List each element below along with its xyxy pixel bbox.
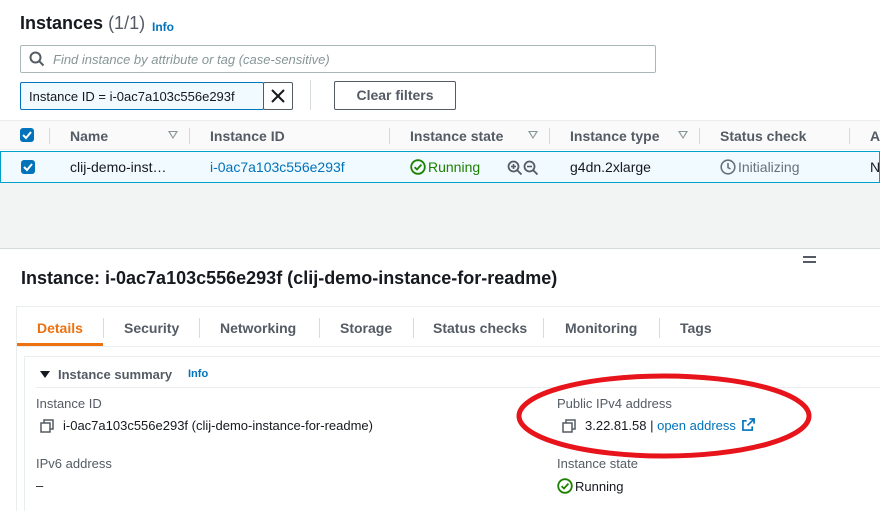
clear-filters-button[interactable]: Clear filters xyxy=(334,81,456,110)
check-circle-icon xyxy=(410,159,426,175)
summary-info-link[interactable]: Info xyxy=(188,368,208,380)
instance-state-value-row: Running xyxy=(557,478,623,494)
row-name: clij-demo-inst… xyxy=(70,159,167,175)
table-row[interactable]: clij-demo-inst… i-0ac7a103c556e293f Runn… xyxy=(0,151,880,183)
public-ipv4-value: 3.22.81.58 xyxy=(585,418,647,433)
filter-divider xyxy=(310,80,311,110)
checkmark-icon xyxy=(22,131,32,140)
instance-id-label: Instance ID xyxy=(36,396,102,411)
resize-handle-icon[interactable] xyxy=(803,256,816,263)
check-circle-icon xyxy=(557,478,573,494)
search-placeholder: Find instance by attribute or tag (case-… xyxy=(53,52,330,67)
sort-icon[interactable] xyxy=(168,131,178,139)
summary-title: Instance summary xyxy=(58,367,173,382)
row-status-check: Initializing xyxy=(720,159,799,175)
public-ipv4-row: 3.22.81.58 | open address xyxy=(585,418,755,433)
column-header-status-check[interactable]: Status check xyxy=(720,128,806,144)
zoom-out-icon[interactable] xyxy=(523,160,539,176)
row-status-text: Initializing xyxy=(738,159,800,175)
ipv6-label: IPv6 address xyxy=(36,456,112,471)
open-address-link[interactable]: open address xyxy=(657,418,736,433)
external-link-icon[interactable] xyxy=(741,418,755,431)
row-instance-state: Running xyxy=(410,159,480,175)
filter-token-text: Instance ID = i-0ac7a103c556e293f xyxy=(29,89,235,104)
search-input[interactable]: Find instance by attribute or tag (case-… xyxy=(20,45,656,73)
select-all-checkbox[interactable] xyxy=(20,128,34,142)
detail-title: Instance: i-0ac7a103c556e293f (clij-demo… xyxy=(21,268,558,288)
row-state-text: Running xyxy=(428,159,481,175)
row-instance-id-link[interactable]: i-0ac7a103c556e293f xyxy=(210,159,345,175)
tab-details[interactable]: Details xyxy=(37,320,83,336)
remove-filter-button[interactable] xyxy=(263,82,293,110)
tab-status-checks[interactable]: Status checks xyxy=(433,320,527,336)
sort-icon[interactable] xyxy=(678,131,688,139)
page-title: Instances (1/1) xyxy=(20,13,145,34)
tab-bar: Details Security Networking Storage Stat… xyxy=(17,307,880,347)
instance-count: (1/1) xyxy=(108,13,146,33)
filter-token[interactable]: Instance ID = i-0ac7a103c556e293f xyxy=(20,82,264,110)
column-header-instance-type[interactable]: Instance type xyxy=(570,128,659,144)
column-header-instance-id[interactable]: Instance ID xyxy=(210,128,285,144)
header-info-link[interactable]: Info xyxy=(152,20,174,34)
checkmark-icon xyxy=(23,163,33,172)
tab-networking[interactable]: Networking xyxy=(220,320,296,336)
split-pane-band xyxy=(0,183,880,249)
public-ipv4-separator: | xyxy=(650,418,654,433)
copy-icon[interactable] xyxy=(40,419,54,433)
row-checkbox[interactable] xyxy=(21,160,35,174)
summary-divider xyxy=(36,387,880,388)
column-header-instance-state[interactable]: Instance state xyxy=(410,128,503,144)
row-extra-cell: N xyxy=(870,159,880,175)
caret-down-icon xyxy=(40,371,50,378)
summary-toggle[interactable]: Instance summary xyxy=(40,367,172,382)
ipv6-value: – xyxy=(36,478,44,493)
close-icon xyxy=(271,89,285,103)
active-tab-indicator xyxy=(17,343,103,346)
tab-security[interactable]: Security xyxy=(124,320,179,336)
search-icon xyxy=(29,51,45,67)
row-instance-type: g4dn.2xlarge xyxy=(570,159,651,175)
tab-tags[interactable]: Tags xyxy=(680,320,712,336)
copy-icon[interactable] xyxy=(562,419,576,433)
tab-monitoring[interactable]: Monitoring xyxy=(565,320,637,336)
zoom-in-icon[interactable] xyxy=(507,160,523,176)
instance-id-value: i-0ac7a103c556e293f (clij-demo-instance-… xyxy=(63,418,373,433)
column-header-name[interactable]: Name xyxy=(70,128,108,144)
table-header: Name Instance ID Instance state Instance… xyxy=(0,120,880,150)
clock-icon xyxy=(720,159,736,175)
public-ipv4-label: Public IPv4 address xyxy=(557,396,672,411)
sort-icon[interactable] xyxy=(528,131,538,139)
instance-state-value: Running xyxy=(575,479,624,494)
instance-state-label: Instance state xyxy=(557,456,638,471)
page-title-text: Instances xyxy=(20,13,104,33)
column-header-more[interactable]: A xyxy=(870,128,880,144)
tab-storage[interactable]: Storage xyxy=(340,320,392,336)
